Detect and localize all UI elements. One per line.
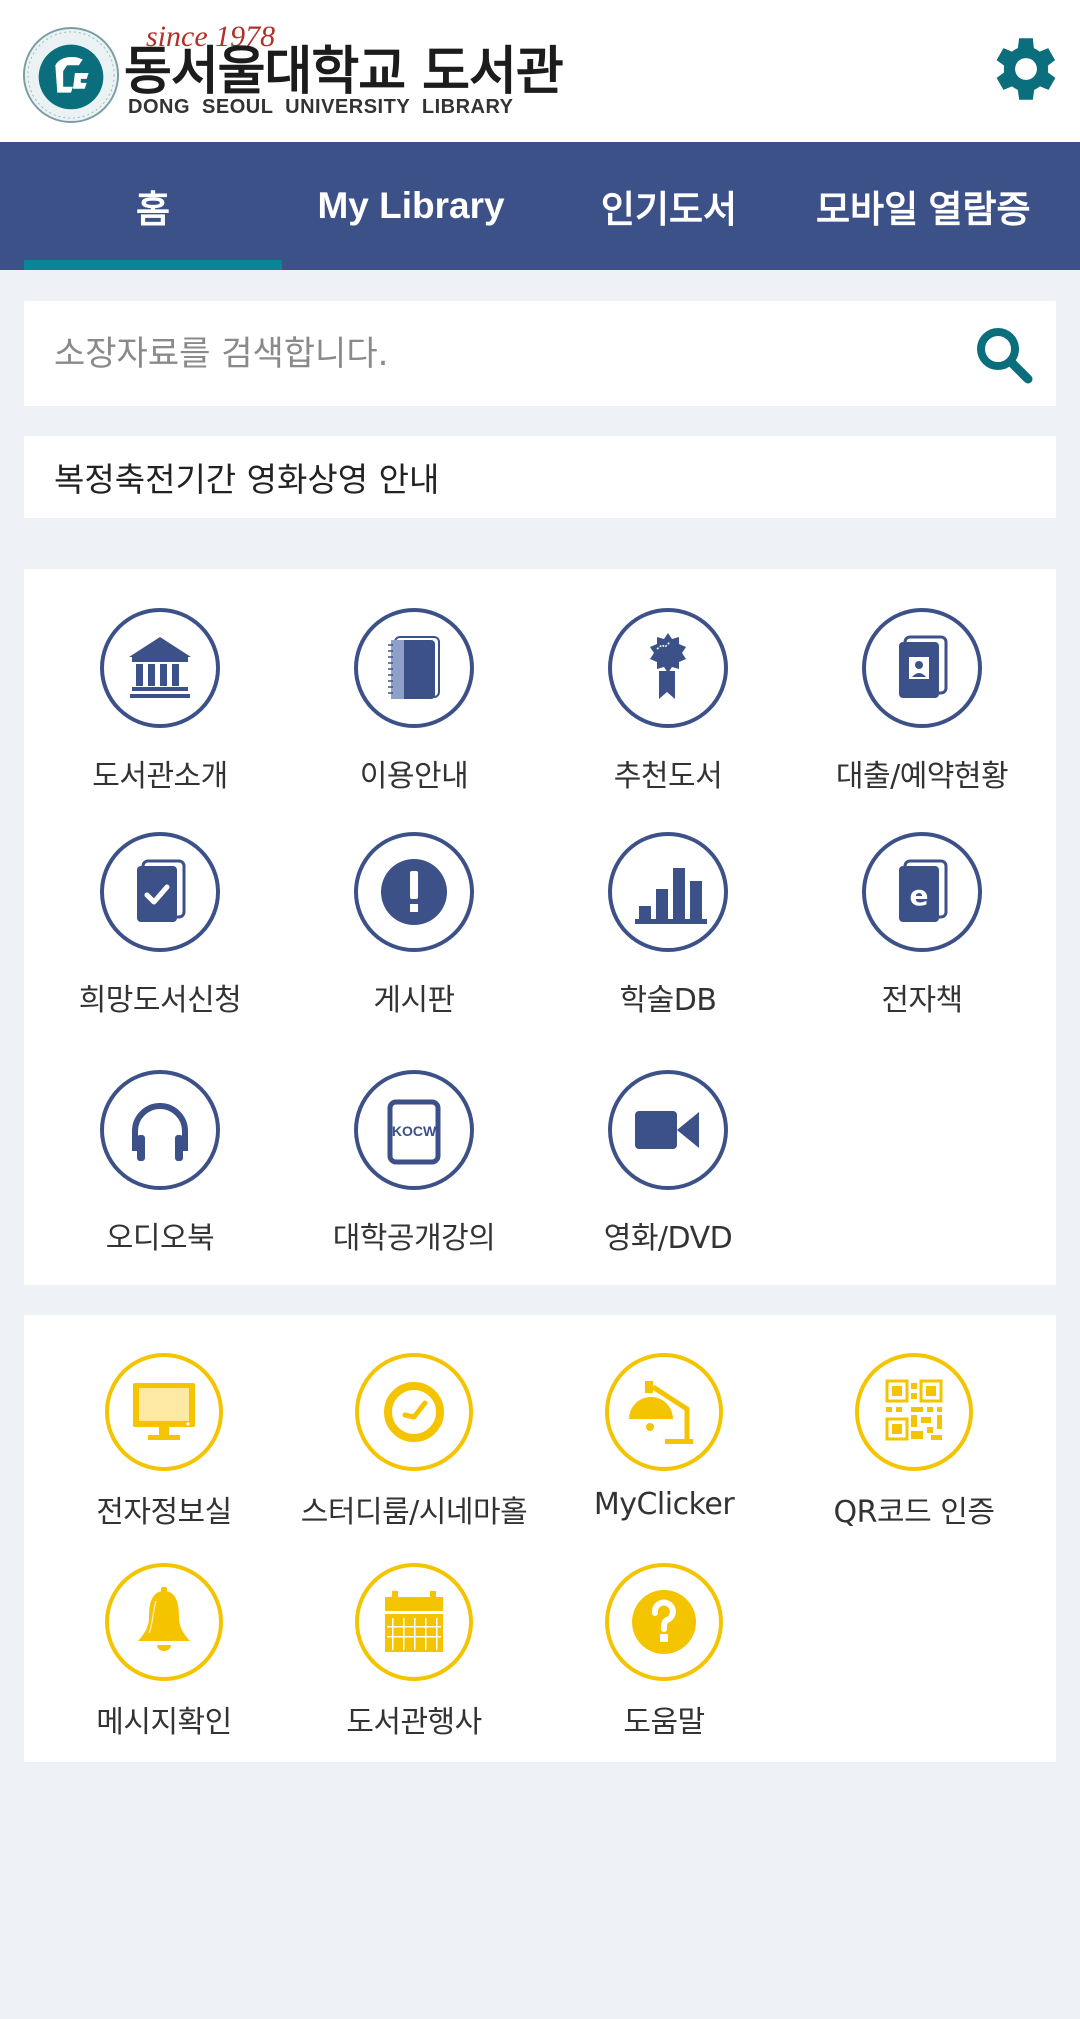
tab-home[interactable]: 홈: [0, 142, 282, 270]
search-bar: [24, 301, 1056, 406]
notice-text: 복정축전기간 영화상영 안내: [54, 460, 440, 499]
gear-icon[interactable]: [985, 28, 1067, 110]
menu-item-label: MyClicker: [593, 1487, 735, 1522]
menu-item-e-info-room[interactable]: 전자정보실: [37, 1351, 291, 1551]
menu-item-label: 도움말: [623, 1705, 705, 1740]
university-emblem-icon: [22, 26, 120, 124]
menu-item-help[interactable]: 도움말: [537, 1561, 791, 1761]
notebook-icon: [354, 608, 474, 728]
menu-item-label: 학술DB: [619, 983, 717, 1018]
menu-item-label: 오디오북: [105, 1221, 215, 1256]
menu-item-library-events[interactable]: 도서관행사: [287, 1561, 541, 1761]
kocw-icon: KOCW: [354, 1070, 474, 1190]
headphones-icon: [100, 1070, 220, 1190]
tab-label: 홈: [135, 189, 171, 230]
tab-popular-books[interactable]: 인기도서: [540, 142, 798, 270]
book-check-icon: [100, 832, 220, 952]
bar-chart-icon: [608, 832, 728, 952]
app-header: since 1978 동서울대학교 도서관 DONG SEOUL UNIVERS…: [0, 0, 1080, 142]
award-ribbon-icon: [608, 608, 728, 728]
menu-item-movie-dvd[interactable]: 영화/DVD: [541, 1069, 795, 1269]
menu-item-myclicker[interactable]: MyClicker: [537, 1351, 791, 1551]
menu-item-label: 전자정보실: [96, 1495, 232, 1530]
menu-item-messages[interactable]: 메시지확인: [37, 1561, 291, 1761]
menu-item-label: QR코드 인증: [833, 1495, 995, 1530]
search-input[interactable]: [54, 323, 954, 384]
menu-item-usage-guide[interactable]: 이용안내: [287, 607, 541, 807]
tab-my-library[interactable]: My Library: [282, 142, 540, 270]
menu-item-bulletin-board[interactable]: 게시판: [287, 831, 541, 1031]
main-nav: 홈 My Library 인기도서 모바일 열람증: [0, 142, 1080, 270]
notice-banner[interactable]: 복정축전기간 영화상영 안내: [24, 436, 1056, 518]
menu-item-open-lectures[interactable]: KOCW 대학공개강의: [287, 1069, 541, 1269]
tab-label: 인기도서: [600, 189, 738, 230]
menu-item-ebook[interactable]: e 전자책: [795, 831, 1049, 1031]
menu-item-loan-reservation-status[interactable]: 대출/예약현황: [795, 607, 1049, 807]
menu-item-label: 게시판: [373, 983, 455, 1018]
primary-menu: 도서관소개 이용안내 추천도서 대출/예약현황 희망도서신청 게시판 학술DB …: [24, 569, 1056, 1285]
secondary-menu: 전자정보실 스터디룸/시네마홀 MyClicker QR코드 인증 메시지확인 …: [24, 1315, 1056, 1762]
menu-item-label: 스터디룸/시네마홀: [300, 1495, 528, 1530]
menu-item-recommended-books[interactable]: 추천도서: [541, 607, 795, 807]
search-icon[interactable]: [968, 319, 1040, 391]
menu-item-label: 도서관소개: [92, 759, 228, 794]
menu-item-label: 도서관행사: [346, 1705, 482, 1740]
desk-lamp-icon: [605, 1353, 723, 1471]
menu-item-label: 추천도서: [613, 759, 723, 794]
user-book-icon: [862, 608, 982, 728]
menu-item-label: 전자책: [881, 983, 963, 1018]
menu-item-audiobook[interactable]: 오디오북: [33, 1069, 287, 1269]
menu-item-book-request[interactable]: 희망도서신청: [33, 831, 287, 1031]
active-tab-indicator: [24, 260, 282, 270]
logo-title-english: DONG SEOUL UNIVERSITY LIBRARY: [128, 96, 514, 118]
monitor-icon: [105, 1353, 223, 1471]
tab-label: 모바일 열람증: [816, 189, 1031, 230]
menu-item-label: 대학공개강의: [332, 1221, 496, 1256]
exclamation-icon: [354, 832, 474, 952]
qr-code-icon: [855, 1353, 973, 1471]
library-building-icon: [100, 608, 220, 728]
calendar-icon: [355, 1563, 473, 1681]
library-logo[interactable]: since 1978 동서울대학교 도서관 DONG SEOUL UNIVERS…: [20, 18, 620, 128]
help-icon: [605, 1563, 723, 1681]
bell-icon: [105, 1563, 223, 1681]
menu-item-study-room-cinema[interactable]: 스터디룸/시네마홀: [287, 1351, 541, 1551]
menu-item-qr-auth[interactable]: QR코드 인증: [787, 1351, 1041, 1551]
tab-label: My Library: [317, 185, 505, 226]
menu-item-label: 메시지확인: [96, 1705, 232, 1740]
menu-item-label: 대출/예약현황: [835, 759, 1009, 794]
video-camera-icon: [608, 1070, 728, 1190]
menu-item-label: 영화/DVD: [603, 1221, 733, 1256]
tab-mobile-id-card[interactable]: 모바일 열람증: [798, 142, 1080, 270]
ebook-icon: e: [862, 832, 982, 952]
clock-icon: [355, 1353, 473, 1471]
menu-item-library-intro[interactable]: 도서관소개: [33, 607, 287, 807]
menu-item-label: 이용안내: [359, 759, 469, 794]
menu-item-academic-db[interactable]: 학술DB: [541, 831, 795, 1031]
svg-text:e: e: [910, 879, 929, 912]
svg-text:KOCW: KOCW: [392, 1123, 437, 1139]
logo-title-korean: 동서울대학교 도서관: [124, 42, 564, 102]
menu-item-label: 희망도서신청: [78, 983, 242, 1018]
